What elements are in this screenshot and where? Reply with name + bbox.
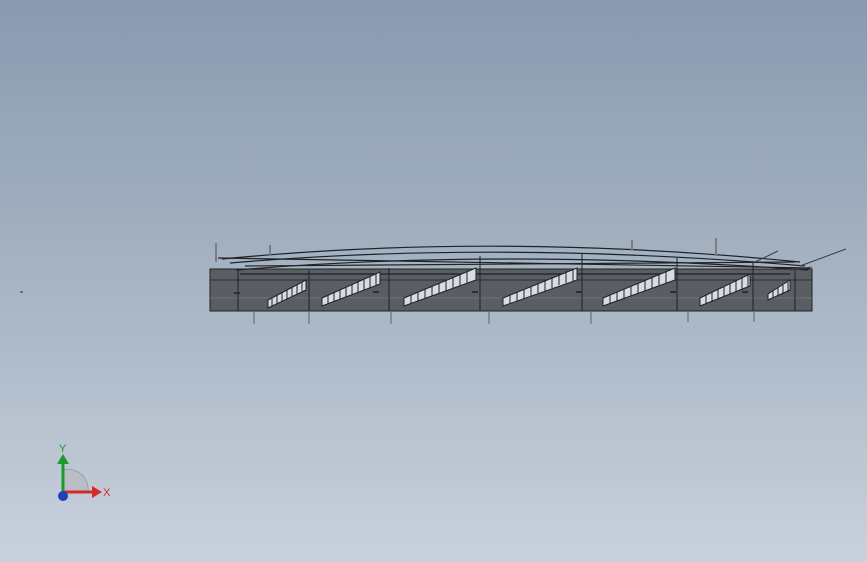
foundation-piles — [253, 312, 755, 324]
x-axis-arrow — [92, 486, 102, 498]
z-axis-dot — [58, 491, 68, 501]
graphics-viewport[interactable]: Y X — [0, 0, 867, 562]
orientation-triad[interactable]: Y X — [40, 440, 120, 510]
triad-plane — [62, 468, 89, 493]
y-axis-arrow — [57, 454, 69, 464]
x-axis-label: X — [103, 487, 111, 499]
y-axis-label: Y — [59, 443, 67, 455]
cad-model[interactable] — [0, 0, 867, 562]
sketch-point — [20, 291, 23, 293]
